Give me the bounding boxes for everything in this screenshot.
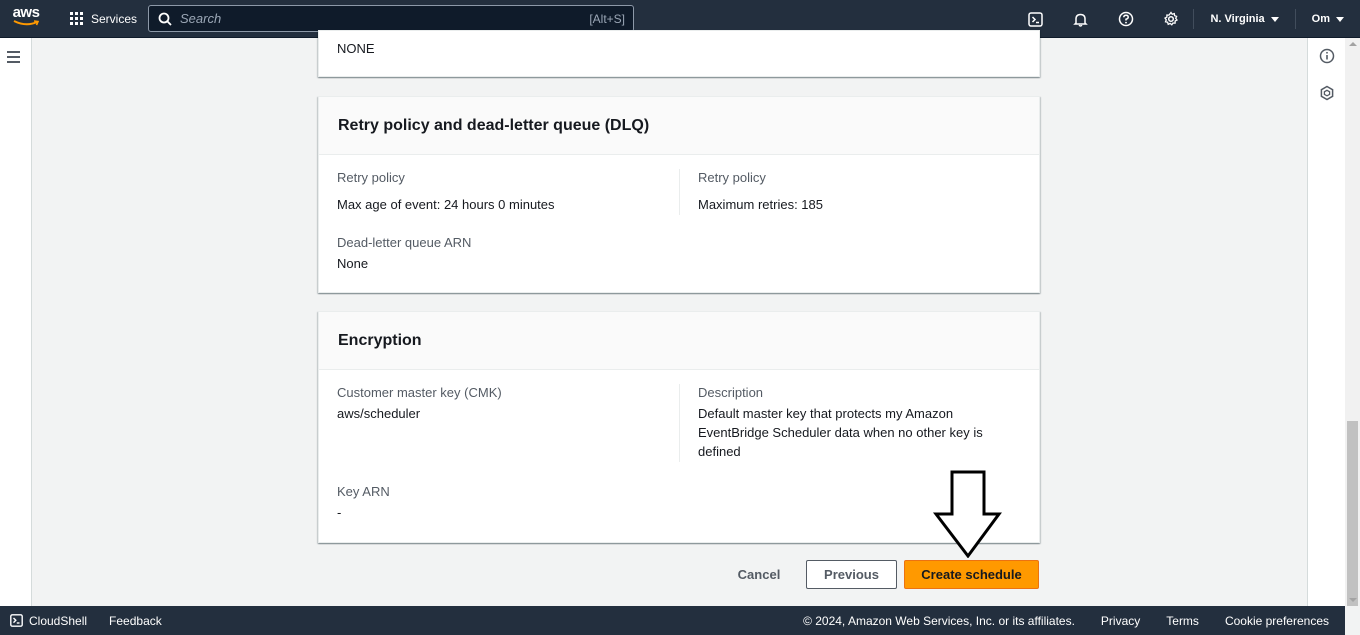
retry-policy-value-right: Maximum retries: 185 [698,197,823,212]
cloudshell-footer-button[interactable]: CloudShell [10,614,87,628]
cloudshell-label: CloudShell [29,613,88,628]
aws-smile-icon [13,20,39,26]
scroll-up-arrow-icon[interactable] [1349,42,1357,46]
gear-icon[interactable] [1148,0,1193,38]
caret-down-icon [1270,16,1279,22]
right-side-rail [1307,38,1345,606]
key-arn-label: Key ARN [337,484,390,499]
copyright-text: © 2024, Amazon Web Services, Inc. or its… [803,613,1075,628]
region-label: N. Virginia [1210,13,1265,25]
search-placeholder: Search [180,11,222,26]
description-value: Default master key that protects my Amaz… [698,406,983,459]
aws-logo[interactable]: aws [0,0,52,38]
search-shortcut: [Alt+S] [589,11,625,26]
dlq-arn-label: Dead-letter queue ARN [337,235,472,250]
retry-policy-label-left: Retry policy [337,170,405,185]
retry-policy-card: Retry policy and dead-letter queue (DLQ)… [318,96,1040,293]
retry-policy-label-right: Retry policy [698,170,766,185]
partial-value: NONE [337,41,375,56]
cookie-preferences-link[interactable]: Cookie preferences [1225,614,1329,628]
grid-icon [70,12,83,25]
cloudshell-icon [10,614,23,627]
partial-settings-card: NONE [318,30,1040,77]
cmk-value: aws/scheduler [337,406,421,421]
encryption-card-title: Encryption [338,331,422,349]
caret-down-icon [1336,16,1344,22]
aws-logo-text: aws [12,4,40,21]
user-label: Om [1311,13,1330,25]
scrollbar-thumb[interactable] [1347,421,1358,606]
search-icon [158,12,172,26]
privacy-link[interactable]: Privacy [1101,614,1140,628]
retry-card-title: Retry policy and dead-letter queue (DLQ) [338,116,650,134]
services-menu-button[interactable]: Services [70,12,137,26]
footer-bar: CloudShell Feedback © 2024, Amazon Web S… [0,606,1345,635]
search-input[interactable]: Search [Alt+S] [148,5,634,32]
encryption-card-header: Encryption [319,312,1039,370]
dlq-arn-value: None [337,256,369,271]
down-arrow-annotation-icon [932,470,1002,558]
column-divider [679,169,680,215]
retry-card-header: Retry policy and dead-letter queue (DLQ) [319,97,1039,155]
tutorial-hexagon-icon[interactable] [1319,85,1335,101]
feedback-link[interactable]: Feedback [109,614,162,628]
region-selector[interactable]: N. Virginia [1194,0,1294,38]
page-scrollbar[interactable] [1345,38,1360,606]
retry-policy-value-left: Max age of event: 24 hours 0 minutes [337,197,555,212]
previous-button[interactable]: Previous [806,560,897,589]
info-icon[interactable] [1319,48,1335,64]
column-divider [679,384,680,462]
user-menu[interactable]: Om [1296,0,1360,38]
create-schedule-button[interactable]: Create schedule [904,560,1039,589]
cancel-button[interactable]: Cancel [728,560,790,588]
cmk-label: Customer master key (CMK) [337,385,502,400]
key-arn-value: - [337,505,342,520]
left-side-rail [0,38,32,606]
help-icon[interactable] [1103,0,1148,38]
terms-link[interactable]: Terms [1166,614,1199,628]
hamburger-menu-icon[interactable] [7,51,20,66]
services-label: Services [91,11,138,26]
description-label: Description [698,385,764,400]
scroll-down-arrow-icon[interactable] [1349,598,1357,602]
bell-icon[interactable] [1058,0,1103,38]
